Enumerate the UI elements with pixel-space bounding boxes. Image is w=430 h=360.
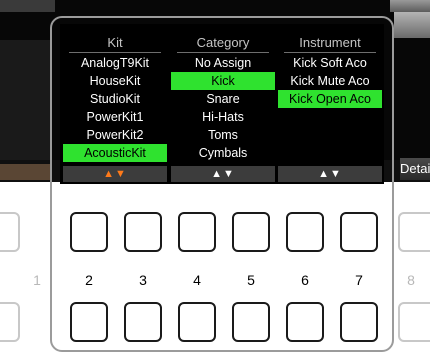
kit-column-header: Kit: [107, 35, 123, 50]
upper-button-1[interactable]: [0, 212, 20, 252]
kit-list-item[interactable]: PowerKit1: [63, 108, 167, 126]
category-list-item[interactable]: Snare: [171, 90, 275, 108]
kit-list-item[interactable]: PowerKit2: [63, 126, 167, 144]
kit-list-item[interactable]: AnalogT9Kit: [63, 54, 167, 72]
kit-column-divider: [69, 52, 161, 53]
lower-button-8[interactable]: [398, 302, 430, 342]
drum-selector-popup: Kit AnalogT9Kit HouseKit StudioKit PowerKit…: [60, 24, 384, 184]
instrument-scroll-arrows[interactable]: ▲▼: [278, 166, 382, 182]
screen-header-right-tab: [394, 12, 430, 38]
category-list-item[interactable]: Hi-Hats: [171, 108, 275, 126]
category-list-item[interactable]: No Assign: [171, 54, 275, 72]
category-list-item[interactable]: Toms: [171, 126, 275, 144]
instrument-list-item[interactable]: Kick Mute Aco: [278, 72, 382, 90]
kit-list-item-selected[interactable]: AcousticKit: [63, 144, 167, 162]
kit-list-item[interactable]: HouseKit: [63, 72, 167, 90]
screen-topbar-right: [390, 0, 430, 12]
category-column-header: Category: [196, 35, 250, 50]
instrument-column: Instrument Kick Soft Aco Kick Mute Aco Kic…: [278, 24, 382, 184]
instrument-column-divider: [284, 52, 376, 53]
category-list: No Assign Kick Snare Hi-Hats Toms Cymbals: [171, 54, 275, 162]
instrument-list-item[interactable]: Kick Soft Aco: [278, 54, 382, 72]
screen-topbar-left: [0, 0, 55, 12]
category-list-item-selected[interactable]: Kick: [171, 72, 275, 90]
upper-button-8[interactable]: [398, 212, 430, 252]
screen-left-soft-button[interactable]: [0, 164, 52, 180]
screen-left-panel: [0, 40, 52, 160]
instrument-column-header: Instrument: [299, 35, 361, 50]
category-column: Category No Assign Kick Snare Hi-Hats Toms Cy…: [171, 24, 275, 184]
detail-button[interactable]: Detail: [400, 158, 430, 180]
kit-scroll-arrows[interactable]: ▲▼: [63, 166, 167, 182]
kit-list: AnalogT9Kit HouseKit StudioKit PowerKit1 Pow…: [63, 54, 167, 162]
instrument-list-item-selected[interactable]: Kick Open Aco: [278, 90, 382, 108]
instrument-list: Kick Soft Aco Kick Mute Aco Kick Open Aco: [278, 54, 382, 108]
lower-button-1[interactable]: [0, 302, 20, 342]
kit-list-item[interactable]: StudioKit: [63, 90, 167, 108]
button-number-8: 8: [407, 272, 415, 288]
category-list-item[interactable]: Cymbals: [171, 144, 275, 162]
category-column-divider: [177, 52, 269, 53]
category-scroll-arrows[interactable]: ▲▼: [171, 166, 275, 182]
kit-column: Kit AnalogT9Kit HouseKit StudioKit PowerKit…: [63, 24, 167, 184]
